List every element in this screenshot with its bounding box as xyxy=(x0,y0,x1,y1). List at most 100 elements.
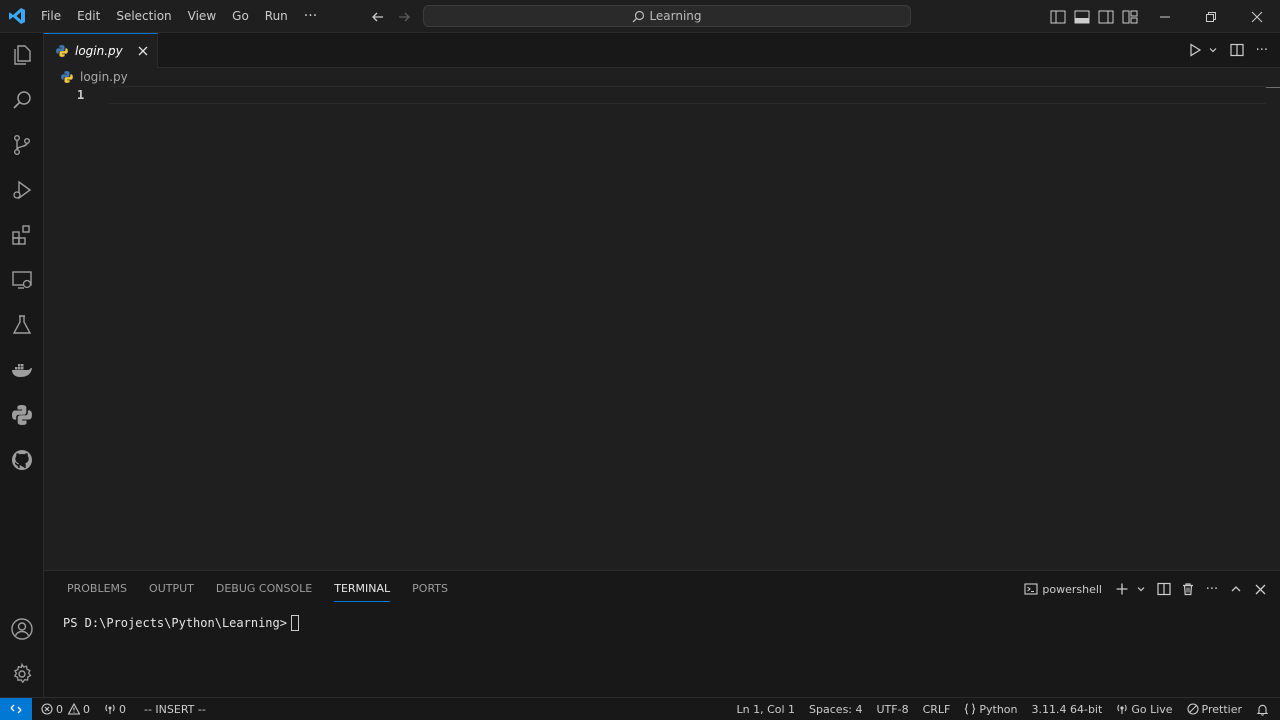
terminal-shell-selector[interactable]: powershell xyxy=(1024,578,1102,600)
indentation[interactable]: Spaces: 4 xyxy=(804,698,867,720)
panel-tabs: PROBLEMS OUTPUT DEBUG CONSOLE TERMINAL P… xyxy=(56,579,459,602)
status-bar-right: Ln 1, Col 1 Spaces: 4 UTF-8 CRLF Python … xyxy=(731,698,1274,720)
python-interpreter[interactable]: 3.11.4 64-bit xyxy=(1027,698,1108,720)
toggle-secondary-sidebar-icon[interactable] xyxy=(1094,5,1118,29)
forward-arrow-icon[interactable] xyxy=(394,7,414,27)
back-arrow-icon[interactable] xyxy=(368,7,388,27)
accounts-icon[interactable] xyxy=(0,607,44,651)
testing-flask-icon[interactable] xyxy=(0,303,44,347)
tab-problems[interactable]: PROBLEMS xyxy=(56,579,138,599)
vscode-logo-icon xyxy=(0,0,33,33)
editor-actions: ··· xyxy=(1188,40,1268,60)
bottom-panel: PROBLEMS OUTPUT DEBUG CONSOLE TERMINAL P… xyxy=(44,570,1280,697)
menu-go[interactable]: Go xyxy=(224,0,257,33)
language-label: Python xyxy=(979,702,1018,716)
tab-output[interactable]: OUTPUT xyxy=(138,579,205,599)
navigation-arrows xyxy=(368,7,414,27)
search-icon xyxy=(632,10,645,23)
title-bar: File Edit Selection View Go Run ··· Lear… xyxy=(0,0,1280,33)
ports-count: 0 xyxy=(119,702,126,716)
menu-more-button[interactable]: ··· xyxy=(296,8,325,24)
activity-bar xyxy=(0,33,44,697)
toggle-primary-sidebar-icon[interactable] xyxy=(1046,5,1070,29)
breadcrumb: login.py xyxy=(60,68,128,85)
explorer-icon[interactable] xyxy=(0,33,44,77)
panel-more-actions-button[interactable]: ··· xyxy=(1202,578,1222,600)
braces-icon xyxy=(964,703,976,715)
settings-gear-icon[interactable] xyxy=(0,652,44,696)
editor-tabs: login.py xyxy=(44,33,1280,68)
warning-icon xyxy=(68,703,80,715)
tab-ports[interactable]: PORTS xyxy=(401,579,459,599)
source-control-icon[interactable] xyxy=(0,123,44,167)
breadcrumb-file[interactable]: login.py xyxy=(80,70,128,84)
run-and-debug-icon[interactable] xyxy=(0,168,44,212)
docker-icon[interactable] xyxy=(0,348,44,392)
split-editor-icon[interactable] xyxy=(1229,40,1244,60)
tab-debug-console[interactable]: DEBUG CONSOLE xyxy=(205,579,323,599)
error-count: 0 xyxy=(56,702,63,716)
forwarded-ports-status[interactable]: 0 xyxy=(99,698,131,720)
prettier-disabled-icon xyxy=(1186,703,1199,715)
terminal-prompt: PS D:\Projects\Python\Learning> xyxy=(63,616,287,630)
tab-label: login.py xyxy=(75,44,123,58)
language-mode[interactable]: Python xyxy=(959,698,1022,720)
search-view-icon[interactable] xyxy=(0,78,44,122)
search-text: Learning xyxy=(649,9,702,23)
broadcast-icon xyxy=(104,703,116,715)
problems-status[interactable]: 0 0 xyxy=(36,698,95,720)
customize-layout-icon[interactable] xyxy=(1118,5,1142,29)
menu-run[interactable]: Run xyxy=(257,0,296,33)
kill-terminal-trash-icon[interactable] xyxy=(1178,578,1198,600)
menu-view[interactable]: View xyxy=(180,0,224,33)
restore-icon[interactable] xyxy=(1188,0,1234,33)
editor-more-actions-button[interactable]: ··· xyxy=(1256,40,1268,60)
prettier-status[interactable]: Prettier xyxy=(1182,698,1247,720)
panel-actions: powershell ··· xyxy=(1024,578,1270,600)
python-file-icon xyxy=(55,44,69,58)
code-editor[interactable]: 1 xyxy=(44,85,1280,570)
cursor-position[interactable]: Ln 1, Col 1 xyxy=(731,698,800,720)
terminal-prompt-line[interactable]: PS D:\Projects\Python\Learning> xyxy=(63,615,299,631)
tab-close-icon[interactable] xyxy=(135,43,151,59)
warning-count: 0 xyxy=(83,702,90,716)
terminal-cursor xyxy=(290,615,299,631)
new-terminal-plus-icon[interactable] xyxy=(1112,578,1132,600)
breadcrumb-python-icon xyxy=(60,70,74,84)
shell-name: powershell xyxy=(1042,582,1102,596)
error-icon xyxy=(41,703,53,715)
extensions-icon[interactable] xyxy=(0,213,44,257)
encoding[interactable]: UTF-8 xyxy=(872,698,914,720)
menu-file[interactable]: File xyxy=(33,0,69,33)
remote-indicator-icon[interactable] xyxy=(0,698,32,720)
line-number: 1 xyxy=(77,88,85,102)
notifications-bell-icon[interactable] xyxy=(1251,698,1274,720)
run-python-file-icon[interactable] xyxy=(1188,40,1202,60)
menu-selection[interactable]: Selection xyxy=(108,0,179,33)
menu-edit[interactable]: Edit xyxy=(69,0,108,33)
terminal-icon xyxy=(1024,582,1038,596)
split-terminal-icon[interactable] xyxy=(1154,578,1174,600)
maximize-panel-chevron-up-icon[interactable] xyxy=(1226,578,1246,600)
python-icon[interactable] xyxy=(0,393,44,437)
close-window-icon[interactable] xyxy=(1234,0,1280,33)
github-icon[interactable] xyxy=(0,438,44,482)
vim-mode: -- INSERT -- xyxy=(144,702,206,716)
minimize-icon[interactable] xyxy=(1142,0,1188,33)
remote-explorer-icon[interactable] xyxy=(0,258,44,302)
overview-ruler-mark xyxy=(1266,87,1280,88)
tab-terminal[interactable]: TERMINAL xyxy=(323,579,401,602)
toggle-panel-icon[interactable] xyxy=(1070,5,1094,29)
go-live-button[interactable]: Go Live xyxy=(1111,698,1177,720)
end-of-line[interactable]: CRLF xyxy=(918,698,956,720)
title-bar-controls xyxy=(1046,0,1280,33)
terminal-profile-chevron-icon[interactable] xyxy=(1136,578,1146,600)
menu-bar: File Edit Selection View Go Run ··· xyxy=(33,0,325,33)
close-panel-icon[interactable] xyxy=(1250,578,1270,600)
status-bar: 0 0 0 -- INSERT -- Ln 1, Col 1 Spaces: 4… xyxy=(0,697,1280,720)
run-options-chevron-icon[interactable] xyxy=(1208,40,1218,60)
prettier-label: Prettier xyxy=(1201,702,1242,716)
command-center-search[interactable]: Learning xyxy=(423,5,911,27)
radio-tower-icon xyxy=(1116,703,1128,715)
tab-login-py[interactable]: login.py xyxy=(44,33,158,68)
